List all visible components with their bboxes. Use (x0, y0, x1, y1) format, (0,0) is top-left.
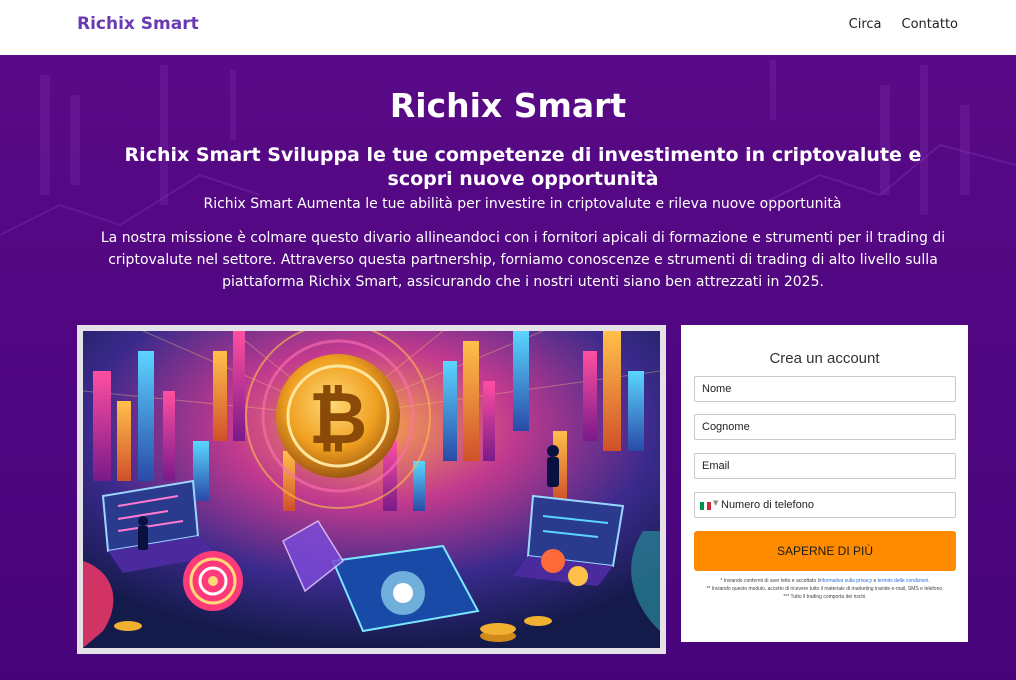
phone-input[interactable] (721, 493, 951, 517)
hero-mission: La nostra missione è colmare questo diva… (100, 230, 946, 290)
privacy-policy-link[interactable]: informativa sulla privacy (819, 578, 872, 584)
nav-link-contatto[interactable]: Contatto (902, 17, 958, 32)
form-disclaimer: * Inviando confermi di aver letto e acce… (694, 577, 956, 601)
chevron-down-icon[interactable]: ▼ (713, 499, 718, 507)
navbar: Richix Smart Circa Contatto (0, 0, 1016, 55)
submit-button[interactable]: SAPERNE DI PIÙ (694, 531, 956, 571)
phone-field: ▼ (694, 492, 956, 518)
last-name-input[interactable] (694, 414, 956, 440)
crypto-illustration-image: ₿ (83, 331, 660, 648)
hero-tagline: Richix Smart Aumenta le tue abilità per … (203, 196, 842, 212)
nav-links: Circa Contatto (849, 17, 958, 32)
email-input[interactable] (694, 453, 956, 479)
disclaimer-line-risk: *** Tutto il trading comporta dei rischi… (783, 594, 867, 600)
nav-link-circa[interactable]: Circa (849, 17, 882, 32)
italy-flag-icon[interactable] (700, 502, 712, 510)
hero-subtitle: Richix Smart Sviluppa le tue competenze … (124, 144, 922, 190)
disclaimer-text: * Inviando confermi di aver letto e acce… (720, 578, 819, 584)
terms-link[interactable]: termini delle condizioni (878, 578, 929, 584)
signup-form: Crea un account ▼ SAPERNE DI PIÙ * Invia… (681, 325, 968, 642)
form-title: Crea un account (769, 350, 880, 367)
hero-title: Richix Smart (389, 86, 627, 125)
hero-section: Richix Smart Richix Smart Sviluppa le tu… (0, 55, 1016, 680)
first-name-input[interactable] (694, 376, 956, 402)
disclaimer-line-marketing: ** Inviando questo modulo, accetto di ri… (706, 586, 944, 592)
hero-image-frame: ₿ (77, 325, 666, 654)
svg-text:₿: ₿ (309, 376, 368, 460)
disclaimer-line-consent: * Inviando confermi di aver letto e acce… (694, 577, 956, 585)
disclaimer-text: . (928, 578, 930, 584)
brand-logo[interactable]: Richix Smart (77, 14, 199, 34)
